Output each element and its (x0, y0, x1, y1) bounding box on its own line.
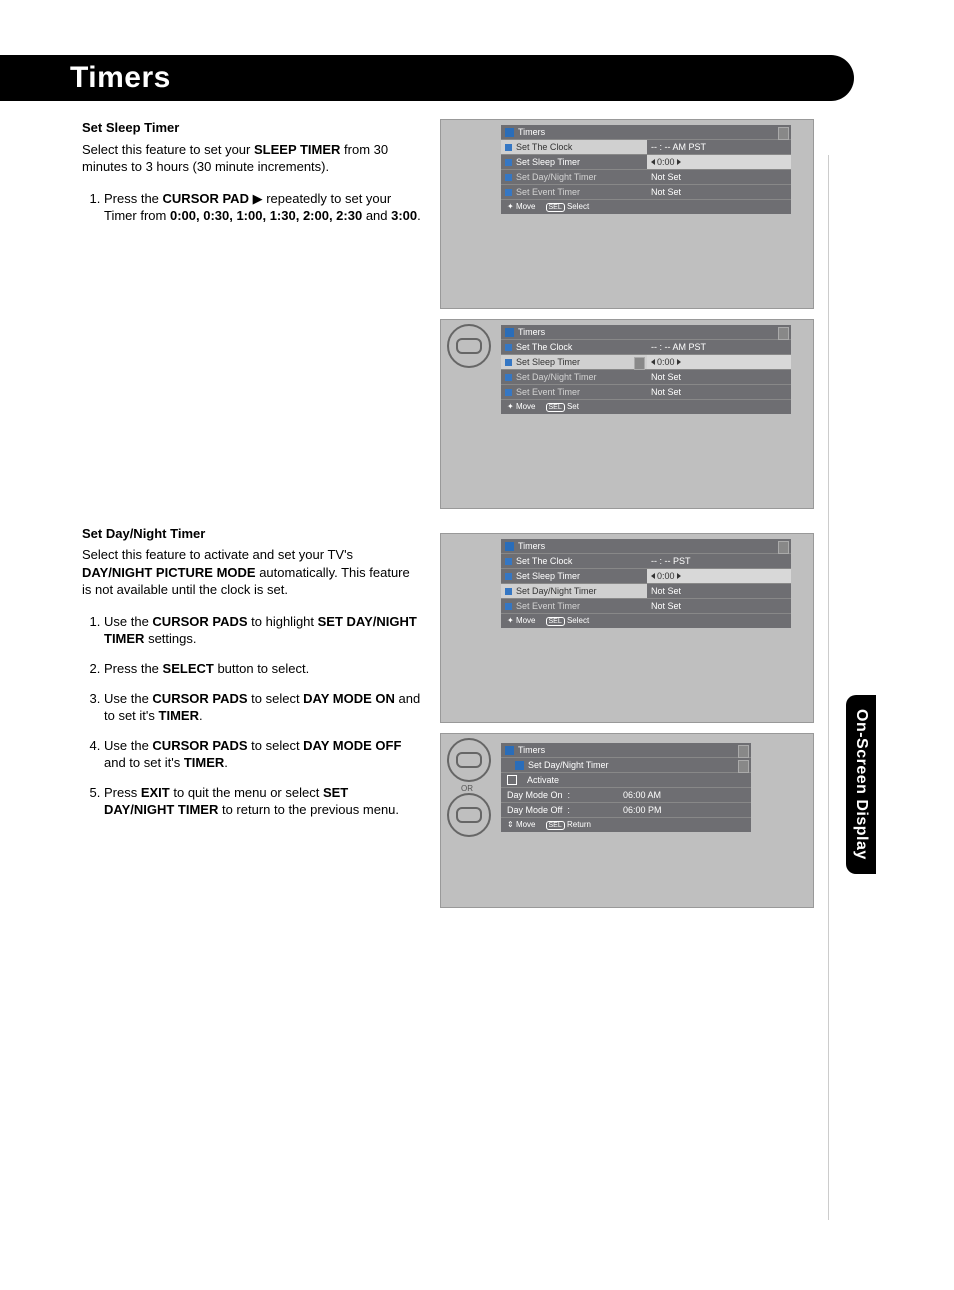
osd2-menu: Timers Set The Clock -- : -- AM PST Set S… (501, 325, 791, 414)
osd1-event-value: Not Set (647, 185, 791, 200)
menu-icon (515, 761, 524, 770)
osd1-title: Timers (518, 127, 545, 137)
osd2-title: Timers (518, 327, 545, 337)
osd-screenshot-2: Timers Set The Clock -- : -- AM PST Set S… (440, 319, 814, 509)
osd1-item-dnt: Set Day/Night Timer (516, 172, 597, 182)
osd3-item-event: Set Event Timer (516, 601, 580, 611)
osd3-event-value: Not Set (647, 599, 791, 614)
osd1-item-event: Set Event Timer (516, 187, 580, 197)
menu-icon (505, 542, 514, 551)
checkbox-icon (507, 775, 517, 785)
osd1-clock-value: -- : -- AM PST (647, 140, 791, 155)
osd-screenshot-1: Timers Set The Clock -- : -- AM PST Set S… (440, 119, 814, 309)
page-title: Timers (70, 61, 834, 95)
osd1-dnt-value: Not Set (647, 170, 791, 185)
osd1-menu: Timers Set The Clock -- : -- AM PST Set S… (501, 125, 791, 214)
dnt-step-4: Use the CURSOR PADS to select DAY MODE O… (104, 737, 422, 772)
section-day-night-timer: Set Day/Night Timer Select this feature … (82, 525, 422, 819)
remote-or-label: OR (447, 784, 487, 793)
sleep-steps: Press the CURSOR PAD ▶ repeatedly to set… (82, 190, 422, 225)
osd3-title: Timers (518, 541, 545, 551)
osd-screenshot-4: OR Timers Set Day/Night Timer Activate D… (440, 733, 814, 908)
osd2-item-clock: Set The Clock (516, 342, 572, 352)
osd2-dnt-value: Not Set (647, 370, 791, 385)
osd3-item-dnt: Set Day/Night Timer (516, 586, 597, 596)
dnt-step-5: Press EXIT to quit the menu or select SE… (104, 784, 422, 819)
tab-chip-icon (738, 745, 749, 758)
tab-chip-icon (738, 760, 749, 773)
osd3-dnt-value: Not Set (647, 584, 791, 599)
page-header: Timers (0, 55, 854, 101)
osd4-activate-row: Activate (501, 773, 751, 788)
osd2-item-event: Set Event Timer (516, 387, 580, 397)
instruction-column: Set Sleep Timer Select this feature to s… (82, 119, 422, 918)
dnt-heading: Set Day/Night Timer (82, 525, 422, 543)
osd-column: Timers Set The Clock -- : -- AM PST Set S… (440, 119, 814, 918)
osd-screenshot-3: Timers Set The Clock -- : -- PST Set Slee… (440, 533, 814, 723)
osd4-dayoff-value: 06:00 PM (623, 805, 662, 815)
osd1-footer: ✦ MoveSEL Select (501, 200, 791, 214)
osd3-clock-value: -- : -- PST (647, 554, 791, 569)
menu-icon (505, 746, 514, 755)
osd4-dayon-row: Day Mode On :06:00 AM (501, 788, 751, 803)
dnt-step-3: Use the CURSOR PADS to select DAY MODE O… (104, 690, 422, 725)
osd4-footer: ⇕ MoveSEL Return (501, 818, 751, 832)
osd1-sleep-value: 0:00 (647, 155, 791, 170)
remote-cursor-icon (447, 793, 491, 837)
dnt-intro: Select this feature to activate and set … (82, 546, 422, 599)
remote-icons-stack: OR (447, 738, 487, 839)
osd4-menu: Timers Set Day/Night Timer Activate Day … (501, 743, 751, 832)
menu-icon (505, 128, 514, 137)
dnt-step-2: Press the SELECT button to select. (104, 660, 422, 678)
sleep-step-1: Press the CURSOR PAD ▶ repeatedly to set… (104, 190, 422, 225)
dnt-step-1: Use the CURSOR PADS to highlight SET DAY… (104, 613, 422, 648)
osd3-item-sleep: Set Sleep Timer (516, 571, 580, 581)
remote-cursor-icon (447, 324, 491, 368)
osd3-item-clock: Set The Clock (516, 556, 572, 566)
osd4-title: Set Day/Night Timer (528, 760, 609, 770)
osd2-footer: ✦ MoveSEL Set (501, 400, 791, 414)
sleep-intro: Select this feature to set your SLEEP TI… (82, 141, 422, 176)
tab-chip-icon (778, 127, 789, 140)
remote-select-icon (447, 738, 491, 782)
osd1-item-sleep: Set Sleep Timer (516, 157, 580, 167)
tab-chip-icon (778, 541, 789, 554)
dnt-steps: Use the CURSOR PADS to highlight SET DAY… (82, 613, 422, 819)
osd2-event-value: Not Set (647, 385, 791, 400)
tab-chip-icon (778, 327, 789, 340)
osd1-item-clock: Set The Clock (516, 142, 572, 152)
osd4-dayon-value: 06:00 AM (623, 790, 661, 800)
osd3-footer: ✦ MoveSEL Select (501, 614, 791, 628)
osd2-clock-value: -- : -- AM PST (647, 340, 791, 355)
osd3-menu: Timers Set The Clock -- : -- PST Set Slee… (501, 539, 791, 628)
osd2-sleep-value: 0:00 (647, 355, 791, 370)
tab-chip-icon (634, 357, 645, 370)
section-sleep-timer: Set Sleep Timer Select this feature to s… (82, 119, 422, 225)
osd2-item-sleep: Set Sleep Timer (516, 357, 580, 367)
osd4-dayoff-row: Day Mode Off :06:00 PM (501, 803, 751, 818)
osd3-sleep-value: 0:00 (647, 569, 791, 584)
sleep-heading: Set Sleep Timer (82, 119, 422, 137)
menu-icon (505, 328, 514, 337)
osd4-parent-title: Timers (518, 745, 545, 755)
osd2-item-dnt: Set Day/Night Timer (516, 372, 597, 382)
